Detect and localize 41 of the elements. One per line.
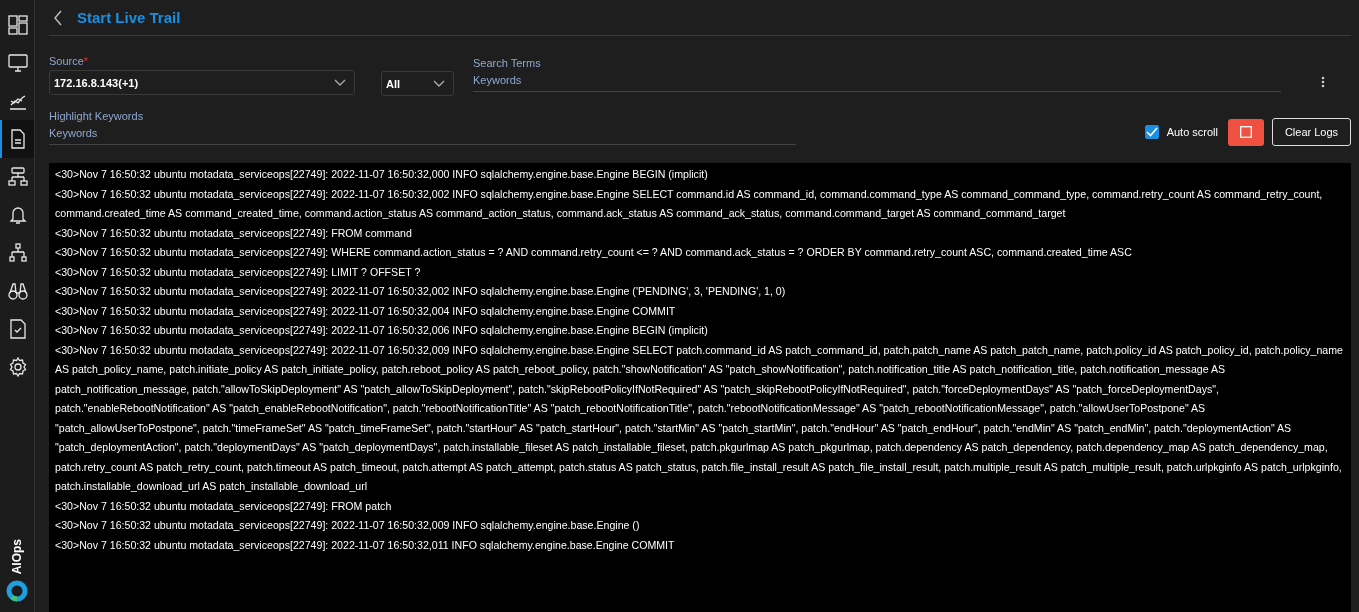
highlight-keywords-label: Highlight Keywords — [49, 110, 145, 122]
auto-scroll-checkbox[interactable] — [1144, 125, 1159, 139]
search-terms-label: Search Terms — [473, 57, 542, 69]
source-label: Source* — [49, 55, 90, 67]
document-icon — [8, 129, 28, 149]
log-line: <30>Nov 7 16:50:32 ubuntu motadata_serviceops[22749]: 2022-11-07 16:50:32,006 INFO sqlalchemy.engine.base.Engine BEGIN (implicit) — [55, 323, 709, 338]
page-title: Start Live Trail — [77, 9, 181, 26]
log-line: <30>Nov 7 16:50:32 ubuntu motadata_serviceops[22749]: 2022-11-07 16:50:32,002 INFO sqlalchemy.engine.base.Engine SELECT command.id AS command_id, command.command_type AS command_command_type, command.retry_count AS command_retry_count, command.created_time AS command_created_time, command.action_status AS command_action_status, command.ack_status AS command_ack_status, command.command_target AS command_command_target — [55, 186, 1324, 221]
binoculars-icon — [8, 281, 28, 301]
hierarchy-icon — [8, 243, 28, 263]
stop-icon — [1240, 126, 1252, 138]
log-line: <30>Nov 7 16:50:32 ubuntu motadata_serviceops[22749]: 2022-11-07 16:50:32,009 INFO sqlalchemy.engine.base.Engine () — [55, 518, 641, 533]
log-line: <30>Nov 7 16:50:32 ubuntu motadata_serviceops[22749]: 2022-11-07 16:50:32,000 INFO sqlalchemy.engine.base.Engine BEGIN (implicit) — [55, 167, 709, 182]
stop-button[interactable] — [1228, 118, 1264, 146]
clear-logs-button[interactable]: Clear Logs — [1272, 118, 1351, 146]
ring-logo-icon — [6, 580, 28, 602]
log-line: <30>Nov 7 16:50:32 ubuntu motadata_serviceops[22749]: 2022-11-07 16:50:32,002 INFO sqlalchemy.engine.base.Engine ('PENDING', 3, 'PENDING', 1, 0) — [55, 284, 787, 299]
bell-icon — [8, 205, 28, 225]
chevron-down-icon — [433, 79, 445, 88]
more-options-icon[interactable] — [1321, 76, 1325, 88]
log-line: <30>Nov 7 16:50:32 ubuntu motadata_serviceops[22749]: FROM command — [55, 225, 413, 241]
monitor-icon — [8, 53, 28, 73]
dashboard-icon — [8, 15, 28, 35]
back-icon[interactable] — [53, 9, 63, 26]
checklist-icon — [8, 319, 28, 339]
settings-icon — [8, 357, 28, 377]
sidebar-item[interactable] — [0, 120, 34, 158]
log-line: <30>Nov 7 16:50:32 ubuntu motadata_serviceops[22749]: WHERE command.action_status = ? AND command.retry_count <= ? AND command.ack_status = ? ORDER BY command.retry_count ASC, command.created_time ASC — [55, 245, 1133, 260]
filter-select[interactable]: All — [381, 71, 454, 96]
log-line: <30>Nov 7 16:50:32 ubuntu motadata_serviceops[22749]: 2022-11-07 16:50:32,004 INFO sqlalchemy.engine.base.Engine COMMIT — [55, 303, 677, 319]
chevron-down-icon — [334, 78, 346, 87]
highlight-keywords-field[interactable]: Keywords — [49, 125, 796, 145]
source-select[interactable]: 172.16.8.143(+1) — [49, 70, 355, 95]
brand-name: AIOps — [10, 538, 24, 574]
network-icon — [8, 167, 28, 187]
search-terms-field[interactable]: Keywords — [473, 72, 1281, 92]
auto-scroll-label: Auto scroll — [1166, 126, 1218, 138]
log-line: <30>Nov 7 16:50:32 ubuntu motadata_serviceops[22749]: 2022-11-07 16:50:32,011 INFO sqlalchemy.engine.base.Engine COMMIT — [55, 537, 676, 553]
log-line: <30>Nov 7 16:50:32 ubuntu motadata_serviceops[22749]: 2022-11-07 16:50:32,009 INFO sqlalchemy.engine.base.Engine SELECT patch.command_id AS patch_command_id, patch.patch_name AS patch_patch_name, patch.policy_id AS patch_policy_id, patch.policy_name AS patch_policy_name, patch.initiate_policy AS patch_initiate_policy, patch.reboot_policy AS patch_reboot_policy, patch."showNotification" AS "patch_showNotification", patch.notification_title AS patch_notification_title, patch.notification_message AS patch_notification_message, patch."allowToSkipDeployment" AS "patch_allowToSkipDeployment", patch."skipRebootPolicyIfNotRequired" AS "patch_skipRebootPolicyIfNotRequired", patch."forceDeploymentDays" AS "patch_forceDeploymentDays", patch."enableRebootNotification" AS "patch_enableRebootNotification", patch."rebootNotificationTitle" AS "patch_rebootNotificationTitle", patch."rebootNotificationMessage" AS "patch_rebootNotificationMessage", patch."allowUserToPostpone" AS "patch_allowUserToPostpone", patch."timeFrameSet" AS "patch_timeFrameSet", patch."startHour" AS "patch_startHour", patch."startMin" AS "patch_startMin", patch."endHour" AS "patch_endHour", patch."endMin" AS "patch_endMin", patch."deploymentAction" AS "patch_deploymentAction", patch."deploymentDays" AS "patch_deploymentDays", patch.installable_fileset AS patch_installable_fileset, patch.pkgurlmap AS patch_pkgurlmap, patch.dependency AS patch_dependency, patch.dependency_map AS patch_dependency_map, patch.retry_count AS patch_retry_count, patch.timeout AS patch_timeout, patch.attempt AS patch_attempt, patch.status AS patch_status, patch.file_install_result AS patch_file_install_result, patch.multiple_result AS patch_multiple_result, patch.urlpkginfo AS patch_urlpkginfo, patch.installable_download_url AS patch_installable_download_url — [55, 342, 1344, 494]
log-line: <30>Nov 7 16:50:32 ubuntu motadata_serviceops[22749]: FROM patch — [55, 498, 393, 514]
log-line: <30>Nov 7 16:50:32 ubuntu motadata_serviceops[22749]: LIMIT ? OFFSET ? — [55, 264, 422, 280]
